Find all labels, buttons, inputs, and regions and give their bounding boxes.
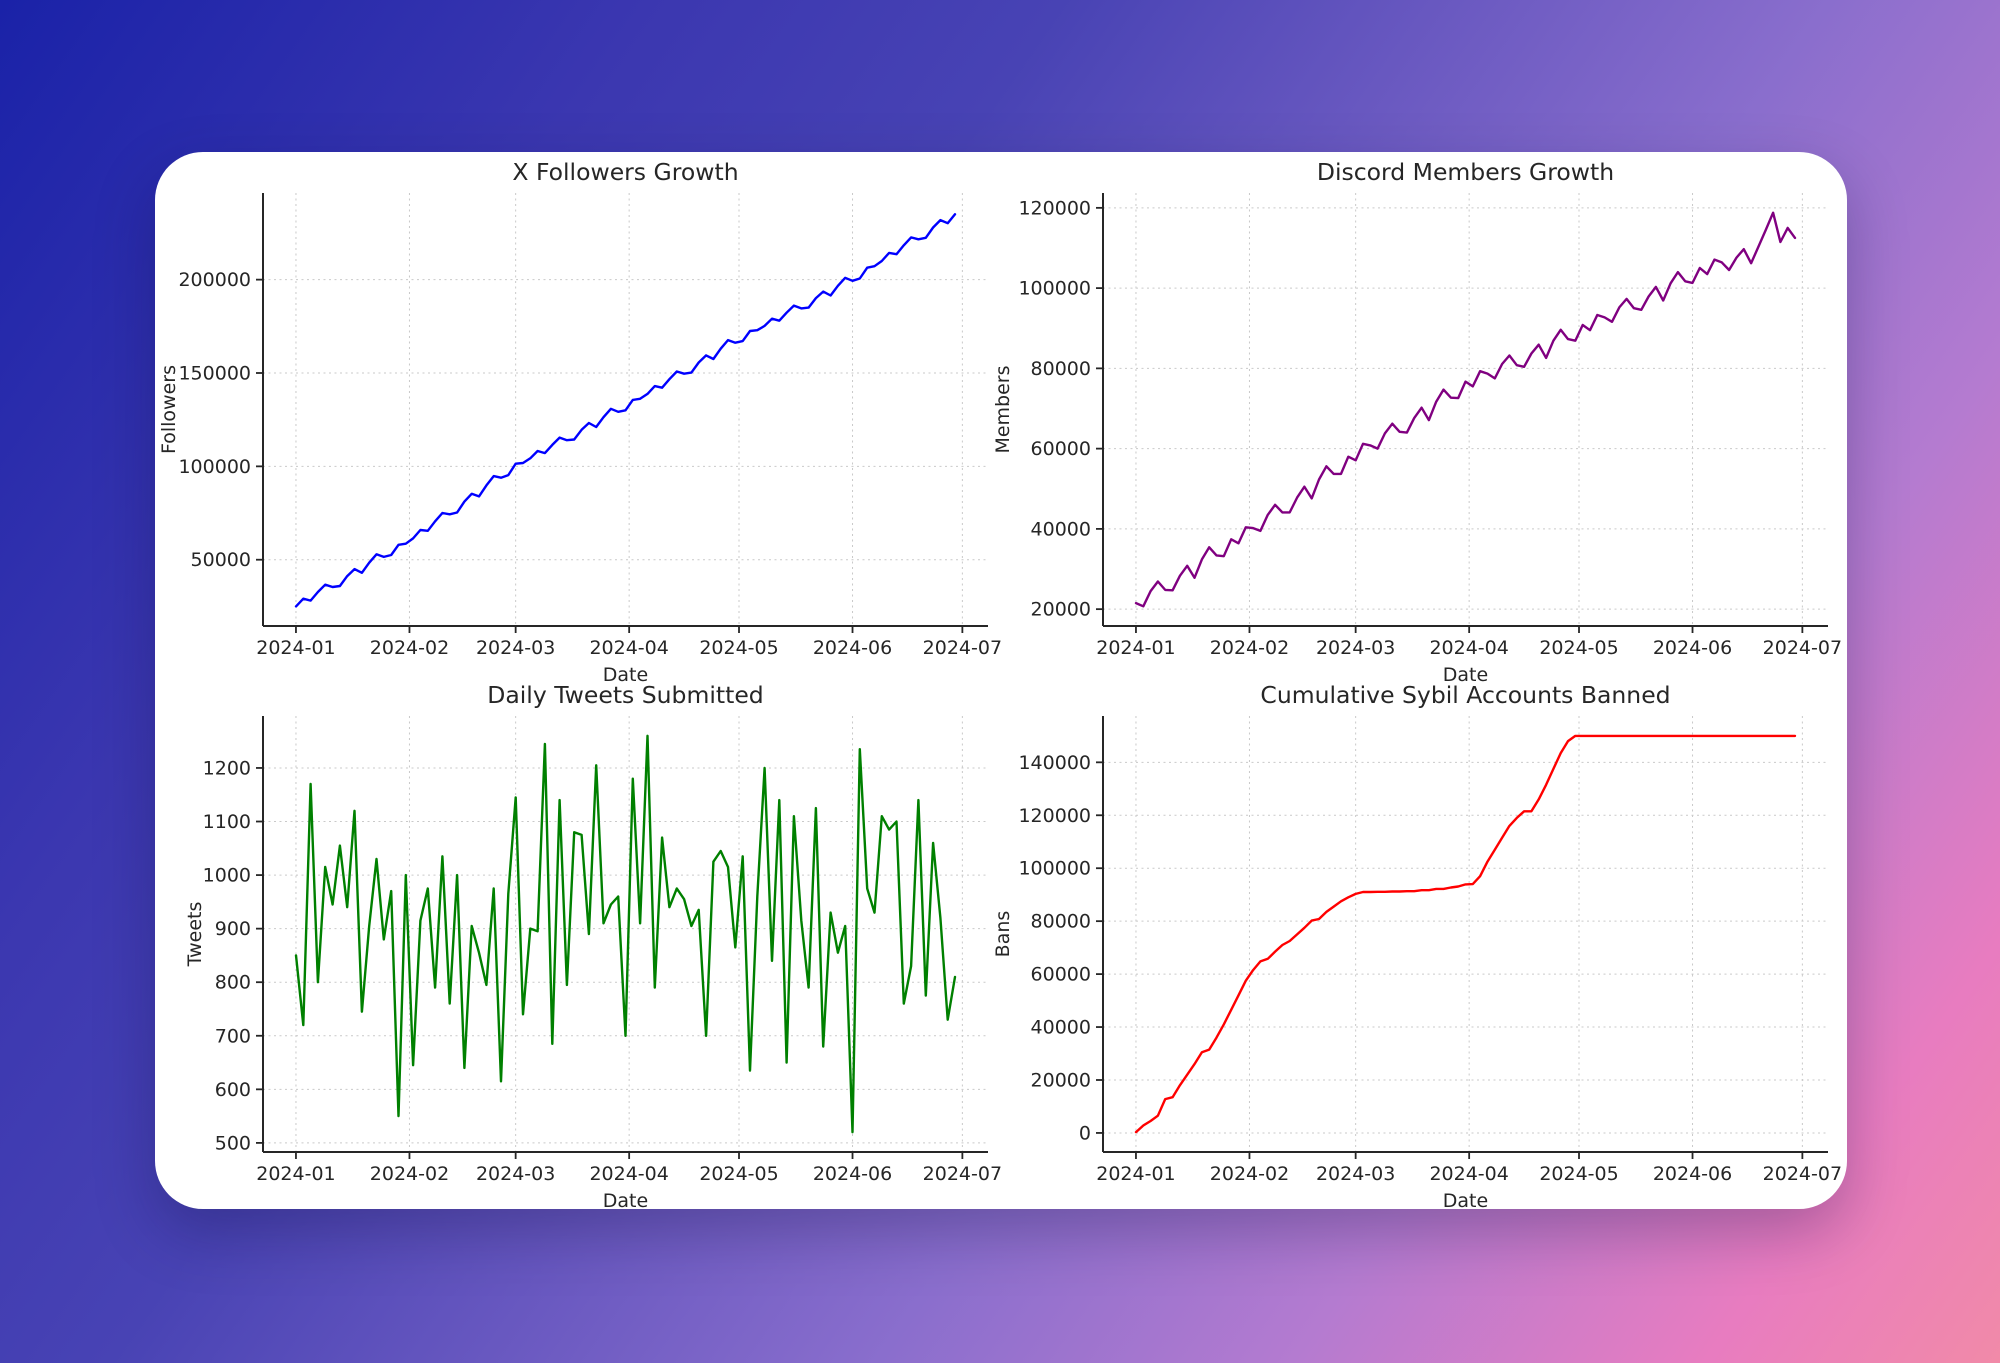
y-tick-label: 20000 — [1031, 599, 1091, 621]
y-tick-label: 1100 — [203, 811, 251, 833]
x-tick-label: 2024-04 — [1429, 1163, 1508, 1185]
y-tick-label: 100000 — [1018, 858, 1091, 880]
chart-x-followers: 2024-01 2024-02 2024-03 2024-04 2024-05 2024-… — [158, 158, 1002, 686]
gridlines — [1103, 716, 1828, 1152]
x-tick-label: 2024-02 — [1210, 1163, 1289, 1185]
y-tick-label: 600 — [215, 1079, 251, 1101]
y-tick-label: 60000 — [1031, 964, 1091, 986]
y-tick-label: 120000 — [1018, 805, 1091, 827]
x-tick-label: 2024-02 — [1210, 637, 1289, 659]
x-tick-label: 2024-02 — [370, 637, 449, 659]
x-tick-label: 2024-01 — [1096, 637, 1175, 659]
x-tick-label: 2024-07 — [1763, 637, 1842, 659]
y-axis-label: Members — [992, 365, 1014, 453]
y-tick-label: 1000 — [203, 865, 251, 887]
x-tick-label: 2024-05 — [1539, 637, 1618, 659]
x-tick-label: 2024-07 — [923, 637, 1002, 659]
y-tick-label: 120000 — [1018, 197, 1091, 219]
series-line-daily-tweets — [296, 736, 955, 1132]
y-tick-label: 80000 — [1031, 911, 1091, 933]
x-tick-label: 2024-04 — [589, 1163, 668, 1185]
x-tick-label: 2024-06 — [813, 1163, 892, 1185]
chart-title: Cumulative Sybil Accounts Banned — [1260, 681, 1670, 709]
x-tick-label: 2024-03 — [1316, 1163, 1395, 1185]
chart-sybil-bans: 2024-01 2024-02 2024-03 2024-04 2024-05 2024-… — [992, 681, 1842, 1209]
x-tick-label: 2024-07 — [923, 1163, 1002, 1185]
x-tick-label: 2024-05 — [1539, 1163, 1618, 1185]
x-axis-label: Date — [1443, 1190, 1488, 1209]
y-tick-label: 0 — [1079, 1122, 1091, 1144]
y-tick-label: 100000 — [178, 456, 251, 478]
y-tick-label: 80000 — [1031, 358, 1091, 380]
y-axis-label: Followers — [158, 365, 180, 454]
x-axis-ticks: 2024-01 2024-02 2024-03 2024-04 2024-05 2024-… — [256, 626, 1002, 659]
x-tick-label: 2024-05 — [699, 637, 778, 659]
chart-title: Discord Members Growth — [1317, 158, 1614, 186]
y-axis-label: Tweets — [184, 902, 206, 968]
dashboard-card: 2024-01 2024-02 2024-03 2024-04 2024-05 2024-… — [155, 152, 1847, 1209]
chart-daily-tweets: 2024-01 2024-02 2024-03 2024-04 2024-05 2024-… — [184, 681, 1002, 1209]
x-tick-label: 2024-06 — [1653, 637, 1732, 659]
y-axis-label: Bans — [992, 911, 1014, 958]
x-tick-label: 2024-03 — [476, 1163, 555, 1185]
y-tick-label: 20000 — [1031, 1069, 1091, 1091]
gridlines — [1103, 193, 1828, 626]
x-axis-ticks: 2024-01 2024-02 2024-03 2024-04 2024-05 2024-… — [1096, 626, 1842, 659]
x-axis-label: Date — [603, 1190, 648, 1209]
series-line-x-followers — [296, 214, 955, 606]
series-line-discord-members — [1136, 213, 1795, 607]
y-axis-ticks: 50000 100000 150000 200000 — [178, 269, 263, 571]
y-tick-label: 40000 — [1031, 518, 1091, 540]
y-tick-label: 500 — [215, 1132, 251, 1154]
x-tick-label: 2024-03 — [476, 637, 555, 659]
x-tick-label: 2024-01 — [256, 1163, 335, 1185]
y-axis-ticks: 0 20000 40000 60000 80000 100000 120000 140000 — [1018, 752, 1103, 1145]
y-axis-ticks: 500 600 700 800 900 1000 1100 1200 — [203, 757, 263, 1154]
y-axis-ticks: 20000 40000 60000 80000 100000 120000 — [1018, 197, 1103, 620]
charts-canvas: 2024-01 2024-02 2024-03 2024-04 2024-05 2024-… — [155, 152, 1847, 1209]
chart-discord-members: 2024-01 2024-02 2024-03 2024-04 2024-05 2024-… — [992, 158, 1842, 686]
x-tick-label: 2024-04 — [1429, 637, 1508, 659]
y-tick-label: 100000 — [1018, 278, 1091, 300]
y-tick-label: 200000 — [178, 269, 251, 291]
y-tick-label: 800 — [215, 972, 251, 994]
y-tick-label: 60000 — [1031, 438, 1091, 460]
x-axis-ticks: 2024-01 2024-02 2024-03 2024-04 2024-05 2024-… — [1096, 1152, 1842, 1185]
chart-title: Daily Tweets Submitted — [487, 681, 763, 709]
x-tick-label: 2024-03 — [1316, 637, 1395, 659]
y-tick-label: 700 — [215, 1025, 251, 1047]
y-tick-label: 50000 — [191, 549, 251, 571]
y-tick-label: 150000 — [178, 362, 251, 384]
y-tick-label: 1200 — [203, 757, 251, 779]
y-tick-label: 140000 — [1018, 752, 1091, 774]
x-tick-label: 2024-05 — [699, 1163, 778, 1185]
x-tick-label: 2024-06 — [813, 637, 892, 659]
series-line-sybil-bans — [1136, 736, 1795, 1132]
x-tick-label: 2024-02 — [370, 1163, 449, 1185]
y-tick-label: 900 — [215, 918, 251, 940]
x-tick-label: 2024-01 — [1096, 1163, 1175, 1185]
gridlines — [263, 716, 988, 1152]
x-tick-label: 2024-06 — [1653, 1163, 1732, 1185]
y-tick-label: 40000 — [1031, 1017, 1091, 1039]
x-tick-label: 2024-01 — [256, 637, 335, 659]
x-axis-ticks: 2024-01 2024-02 2024-03 2024-04 2024-05 2024-… — [256, 1152, 1002, 1185]
x-tick-label: 2024-04 — [589, 637, 668, 659]
chart-title: X Followers Growth — [512, 158, 738, 186]
x-tick-label: 2024-07 — [1763, 1163, 1842, 1185]
